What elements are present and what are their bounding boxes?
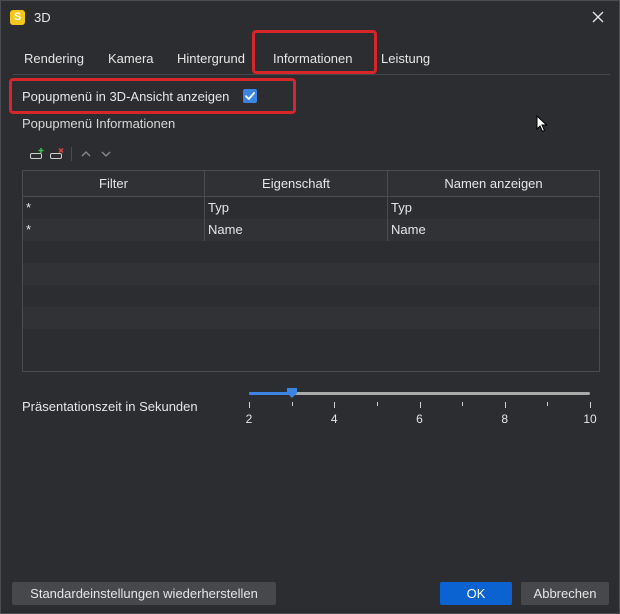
column-header-namen-anzeigen[interactable]: Namen anzeigen	[388, 171, 599, 196]
slider-tick-label: 6	[416, 412, 423, 426]
cancel-button[interactable]: Abbrechen	[521, 582, 609, 605]
checkbox-highlight-annotation	[9, 78, 296, 114]
move-up-icon	[81, 151, 91, 157]
cell-filter[interactable]: *	[23, 197, 205, 219]
table-row[interactable]: * Name Name	[23, 219, 599, 241]
close-icon	[592, 11, 604, 23]
tab-kamera[interactable]: Kamera	[108, 51, 154, 66]
restore-defaults-button[interactable]: Standardeinstellungen wiederherstellen	[12, 582, 276, 605]
app-logo-icon: S	[10, 10, 25, 25]
slider-tick	[504, 402, 506, 408]
window-title: 3D	[34, 10, 51, 25]
cell-namen-anzeigen[interactable]: Name	[388, 219, 599, 241]
add-row-button[interactable]	[27, 145, 47, 163]
remove-row-button[interactable]	[47, 145, 67, 163]
slider-tick	[291, 402, 293, 406]
slider-tick	[334, 402, 336, 408]
slider-track[interactable]	[249, 392, 590, 395]
presentation-time-label: Präsentationszeit in Sekunden	[22, 399, 198, 414]
tab-highlight-annotation	[252, 30, 377, 74]
move-down-icon	[101, 151, 111, 157]
mouse-cursor-icon	[536, 115, 548, 133]
column-header-filter[interactable]: Filter	[23, 171, 205, 196]
ok-button[interactable]: OK	[440, 582, 512, 605]
column-header-eigenschaft[interactable]: Eigenschaft	[205, 171, 388, 196]
empty-row	[23, 329, 599, 351]
cell-filter[interactable]: *	[23, 219, 205, 241]
tab-divider	[13, 74, 610, 75]
add-row-icon	[30, 148, 44, 159]
empty-row	[23, 307, 599, 329]
slider-tick	[376, 402, 378, 406]
toolbar-separator	[71, 147, 72, 161]
slider-handle[interactable]	[286, 387, 298, 399]
empty-row	[23, 241, 599, 263]
table-header: Filter Eigenschaft Namen anzeigen	[23, 171, 599, 197]
slider-tick-label: 4	[330, 412, 338, 426]
slider-tick	[249, 402, 250, 408]
slider-tick	[547, 402, 549, 406]
cell-eigenschaft[interactable]: Name	[205, 219, 388, 241]
table-row[interactable]: * Typ Typ	[23, 197, 599, 219]
slider-tick	[462, 402, 464, 406]
remove-row-icon	[50, 147, 64, 159]
slider-tick	[419, 402, 421, 408]
table-toolbar	[27, 145, 116, 163]
tab-leistung[interactable]: Leistung	[381, 51, 430, 66]
close-button[interactable]	[585, 6, 611, 28]
empty-row	[23, 263, 599, 285]
tab-rendering[interactable]: Rendering	[24, 51, 84, 66]
presentation-time-slider[interactable]: 2 4 6 8 10	[245, 384, 597, 428]
move-down-button[interactable]	[96, 145, 116, 163]
slider-tick-label: 8	[501, 412, 509, 426]
section-label: Popupmenü Informationen	[22, 116, 176, 131]
settings-dialog: S 3D Rendering Kamera Hintergrund Inform…	[0, 0, 620, 614]
info-table: Filter Eigenschaft Namen anzeigen * Typ …	[22, 170, 600, 372]
cell-eigenschaft[interactable]: Typ	[205, 197, 388, 219]
tab-hintergrund[interactable]: Hintergrund	[177, 51, 245, 66]
slider-tick-label: 2	[245, 412, 253, 426]
slider-tick-label: 10	[583, 412, 597, 426]
move-up-button[interactable]	[76, 145, 96, 163]
cell-namen-anzeigen[interactable]: Typ	[388, 197, 599, 219]
slider-tick	[590, 402, 591, 408]
empty-row	[23, 285, 599, 307]
